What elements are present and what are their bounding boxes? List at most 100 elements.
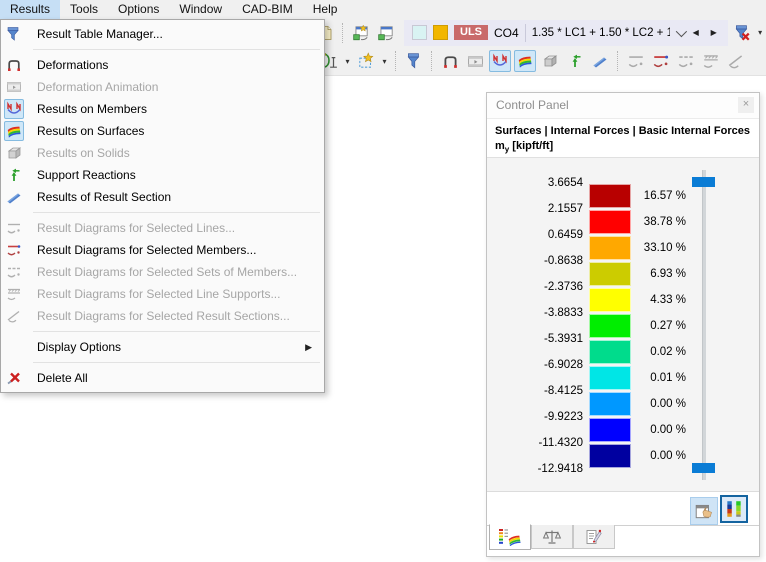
scale-percent: 33.10 % <box>643 242 686 254</box>
menubar-item-options[interactable]: Options <box>108 0 169 19</box>
results-on-solids-icon[interactable] <box>539 50 561 72</box>
diagram-members-icon <box>4 240 24 260</box>
menu-item-result-diagrams-for-selected-sets-of-members: Result Diagrams for Selected Sets of Mem… <box>1 261 324 283</box>
control-panel-title-bar[interactable]: Control Panel × <box>487 93 759 119</box>
menu-item-deformation-animation: Deformation Animation <box>1 76 324 98</box>
menu-item-label: Results of Result Section <box>37 190 172 204</box>
scale-value: -6.9028 <box>543 359 583 371</box>
loads-display-icon[interactable] <box>355 50 377 72</box>
tab-factors[interactable] <box>531 525 573 549</box>
result-diagrams-result-sections-icon[interactable] <box>725 50 747 72</box>
panel-options-button[interactable] <box>690 497 718 525</box>
filter-icon[interactable] <box>403 50 425 72</box>
filter-off-icon[interactable] <box>731 22 753 44</box>
scale-band <box>589 444 631 468</box>
menu-item-results-on-members[interactable]: Results on Members <box>1 98 324 120</box>
result-diagrams-line-supports-icon[interactable] <box>700 50 722 72</box>
close-icon[interactable]: × <box>738 97 754 113</box>
scale-band <box>589 210 631 234</box>
scale-band <box>589 340 631 364</box>
color-swatch-cyan[interactable] <box>412 25 427 40</box>
menubar-item-tools[interactable]: Tools <box>60 0 108 19</box>
scale-value: -0.8638 <box>543 255 583 267</box>
menu-item-support-reactions[interactable]: Support Reactions <box>1 164 324 186</box>
menubar-item-cad-bim[interactable]: CAD-BIM <box>232 0 303 19</box>
menu-item-result-table-manager[interactable]: Result Table Manager... <box>1 23 324 45</box>
menu-bar: Results Tools Options Window CAD-BIM Help <box>0 0 766 19</box>
results-of-result-section-icon[interactable] <box>589 50 611 72</box>
menu-item-results-of-result-section[interactable]: Results of Result Section <box>1 186 324 208</box>
loads-display-caret-icon[interactable]: ▾ <box>380 57 389 66</box>
toolbar-row-1: ULS CO4 1.35 * LC1 + 1.50 * LC2 + 1... ◀… <box>316 19 766 46</box>
scale-slider-handle-top[interactable] <box>692 177 715 187</box>
result-diagrams-members-icon[interactable] <box>650 50 672 72</box>
filter-caret-icon[interactable]: ▾ <box>756 28 765 37</box>
scale-band <box>589 392 631 416</box>
results-display-caret-icon[interactable]: ▾ <box>343 57 352 66</box>
menu-item-label: Result Diagrams for Selected Members... <box>37 243 257 257</box>
tab-display-factors[interactable] <box>573 525 615 549</box>
scale-percent: 0.00 % <box>650 450 686 462</box>
menu-item-results-on-solids: Results on Solids <box>1 142 324 164</box>
chevron-down-icon <box>675 25 687 37</box>
menu-item-label: Result Diagrams for Selected Result Sect… <box>37 309 290 323</box>
support-icon <box>4 165 24 185</box>
blank-icon <box>4 337 24 357</box>
menu-item-label: Deformation Animation <box>37 80 159 94</box>
results-on-surfaces-icon[interactable] <box>514 50 536 72</box>
menu-separator <box>33 362 320 363</box>
next-case-button[interactable]: ▶ <box>708 28 720 37</box>
scale-value: 3.6654 <box>547 177 583 189</box>
result-diagrams-lines-icon[interactable] <box>625 50 647 72</box>
menu-item-results-on-surfaces[interactable]: Results on Surfaces <box>1 120 324 142</box>
menu-item-delete-all[interactable]: Delete All <box>1 367 324 389</box>
load-combination-value: 1.35 * LC1 + 1.50 * LC2 + 1... <box>531 26 670 39</box>
menubar-item-results[interactable]: Results <box>0 0 61 19</box>
results-on-members-icon[interactable] <box>489 50 511 72</box>
tab-color-scale[interactable] <box>489 524 531 550</box>
scale-value: -5.3931 <box>543 333 583 345</box>
menu-item-result-diagrams-for-selected-members[interactable]: Result Diagrams for Selected Members... <box>1 239 324 261</box>
load-combination-select[interactable]: 1.35 * LC1 + 1.50 * LC2 + 1... <box>531 25 687 39</box>
scale-percent: 16.57 % <box>643 190 686 202</box>
menu-item-label: Display Options <box>37 340 122 354</box>
menu-item-label: Support Reactions <box>37 168 136 182</box>
duplicate-window-icon[interactable] <box>375 22 397 44</box>
result-diagrams-sets-icon[interactable] <box>675 50 697 72</box>
scale-band <box>589 366 631 390</box>
scale-value: -8.4125 <box>543 385 583 397</box>
group-separator <box>524 23 526 42</box>
menu-item-display-options[interactable]: Display Options ▶ <box>1 336 324 358</box>
diagram-supports-icon <box>4 284 24 304</box>
toolbar-row-2: ▾ ▾ <box>318 47 747 75</box>
submenu-arrow-icon: ▶ <box>305 341 312 352</box>
menu-item-label: Result Table Manager... <box>37 27 163 41</box>
menubar-item-window[interactable]: Window <box>169 0 232 19</box>
menu-item-deformations[interactable]: Deformations <box>1 54 324 76</box>
support-reactions-icon[interactable] <box>564 50 586 72</box>
deformations-icon[interactable] <box>439 50 461 72</box>
scale-value: -9.9223 <box>543 411 583 423</box>
scale-slider-track[interactable] <box>702 170 706 480</box>
control-panel: Control Panel × Surfaces | Internal Forc… <box>486 92 760 557</box>
scale-slider-handle-bottom[interactable] <box>692 463 715 473</box>
previous-case-button[interactable]: ◀ <box>690 28 702 37</box>
menubar-item-help[interactable]: Help <box>303 0 348 19</box>
deformations-icon <box>4 55 24 75</box>
menu-separator <box>33 212 320 213</box>
scale-band <box>589 314 631 338</box>
delete-icon <box>4 368 24 388</box>
menu-separator <box>33 49 320 50</box>
deformation-animation-icon[interactable] <box>464 50 486 72</box>
panel-tabs <box>489 524 615 550</box>
menu-item-label: Results on Surfaces <box>37 124 145 138</box>
scale-percent: 0.27 % <box>650 320 686 332</box>
color-swatch-orange[interactable] <box>433 25 448 40</box>
menu-item-result-diagrams-for-selected-result-sections: Result Diagrams for Selected Result Sect… <box>1 305 324 327</box>
members-icon <box>4 99 24 119</box>
color-scale-options-button[interactable] <box>720 495 748 523</box>
new-window-icon[interactable] <box>350 22 372 44</box>
surfaces-icon <box>4 121 24 141</box>
scale-band <box>589 418 631 442</box>
results-menu-items: Result Table Manager... Deformations Defor… <box>1 23 324 389</box>
